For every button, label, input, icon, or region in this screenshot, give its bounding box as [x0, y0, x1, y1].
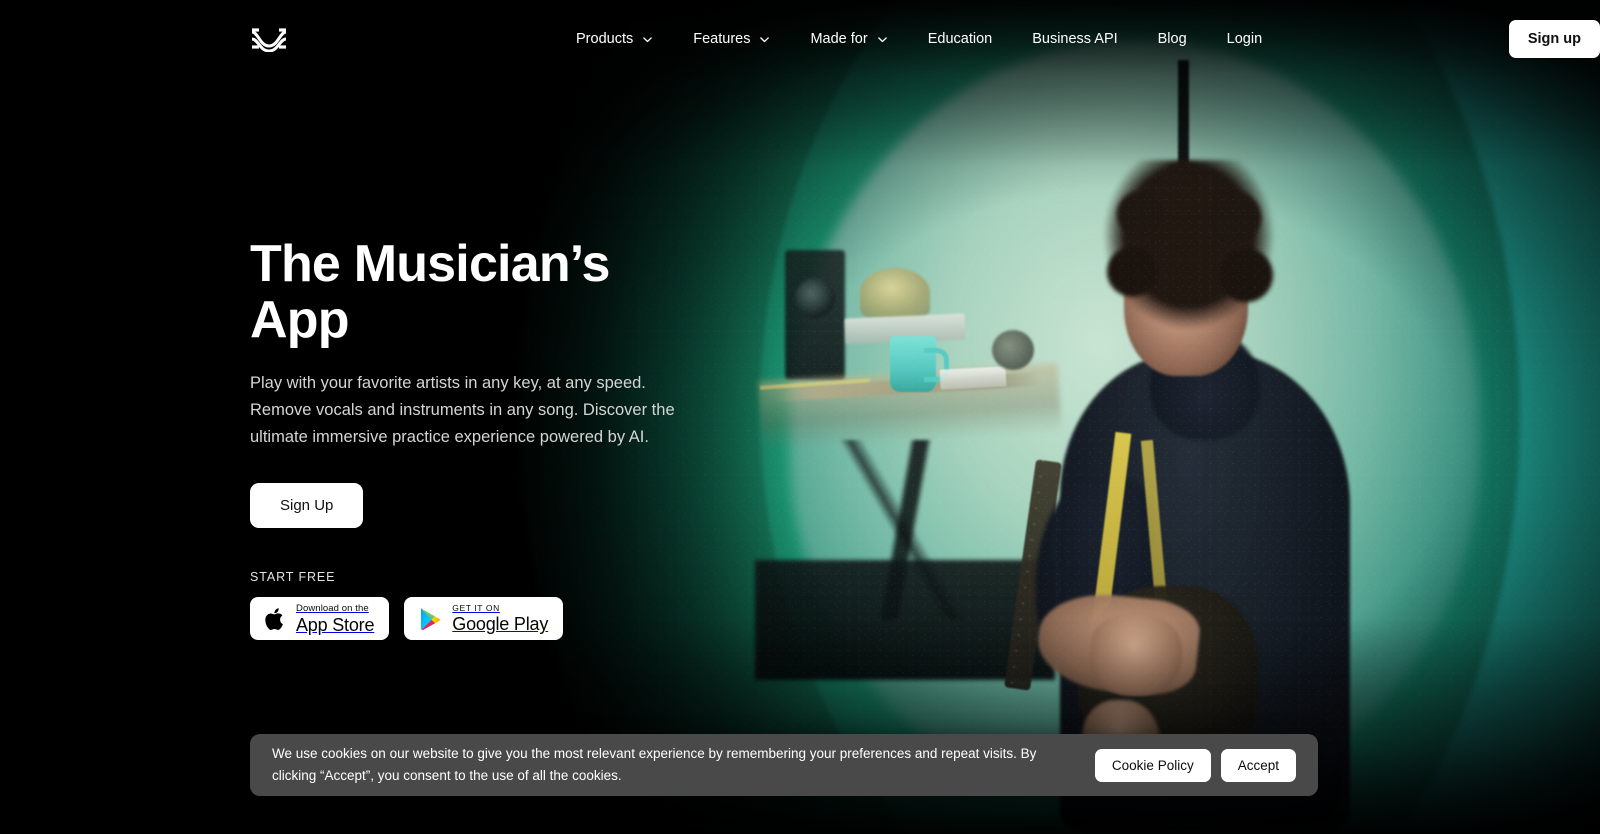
- store-badges-group: Download on the App Store GET IT ON Goog…: [250, 597, 720, 641]
- cookie-banner-actions: Cookie Policy Accept: [1094, 748, 1296, 782]
- app-store-big-label: App Store: [296, 614, 375, 635]
- apple-logo-icon: [265, 608, 283, 630]
- musician-hand: [1090, 614, 1182, 696]
- moises-wave-logo-icon: [251, 28, 287, 52]
- page-root: Products Features Made for Education Bus…: [0, 0, 1600, 834]
- main-navigation-bar: Products Features Made for Education Bus…: [0, 0, 1600, 78]
- nav-item-label: Login: [1226, 30, 1263, 47]
- cookie-accept-button[interactable]: Accept: [1220, 748, 1296, 782]
- nav-item-made-for[interactable]: Made for: [810, 22, 887, 57]
- nav-item-label: Education: [927, 30, 993, 47]
- nav-item-label: Made for: [810, 30, 868, 47]
- signup-button-wrapper: Sign up: [1508, 0, 1600, 78]
- hero-description: Play with your favorite artists in any k…: [250, 374, 675, 446]
- cookie-banner-text: We use cookies on our website to give yo…: [272, 746, 1037, 783]
- hero-signup-button[interactable]: Sign Up: [250, 483, 364, 529]
- start-free-label: START FREE: [250, 570, 336, 585]
- hero-content: The Musician’s App Play with your favori…: [250, 235, 720, 641]
- chevron-down-icon: [643, 36, 653, 42]
- chevron-down-icon: [877, 36, 887, 42]
- hero-title: The Musician’s App: [250, 235, 610, 350]
- nav-item-blog[interactable]: Blog: [1158, 22, 1187, 57]
- nav-item-label: Blog: [1157, 30, 1187, 47]
- google-play-labels: GET IT ON Google Play: [452, 604, 548, 633]
- app-store-labels: Download on the App Store: [296, 604, 374, 634]
- google-play-small-label: GET IT ON: [452, 603, 500, 614]
- hero-background-image: [0, 0, 1600, 834]
- nav-item-label: Products: [576, 30, 634, 47]
- nav-item-products[interactable]: Products: [576, 22, 653, 57]
- cookie-consent-banner: We use cookies on our website to give yo…: [250, 734, 1318, 796]
- desk-lamp: [860, 268, 930, 318]
- chevron-down-icon: [760, 36, 770, 42]
- app-store-small-label: Download on the: [296, 602, 369, 614]
- nav-item-login[interactable]: Login: [1227, 22, 1262, 57]
- signup-button[interactable]: Sign up: [1508, 20, 1600, 58]
- brand-logo[interactable]: [250, 26, 288, 52]
- nav-item-education[interactable]: Education: [928, 22, 993, 57]
- ukulele-body: [992, 330, 1034, 370]
- nav-item-business-api[interactable]: Business API: [1032, 22, 1117, 57]
- musician-hair: [1094, 160, 1284, 340]
- google-play-big-label: Google Play: [452, 614, 549, 635]
- google-play-icon: [421, 608, 441, 631]
- nav-item-features[interactable]: Features: [693, 22, 770, 57]
- google-play-badge[interactable]: GET IT ON Google Play: [404, 597, 564, 641]
- studio-monitor-speaker: [785, 250, 845, 380]
- app-store-badge[interactable]: Download on the App Store: [250, 597, 390, 641]
- coffee-mug: [890, 336, 949, 392]
- cookie-policy-button[interactable]: Cookie Policy: [1094, 748, 1211, 782]
- white-book: [939, 366, 1007, 390]
- nav-item-label: Business API: [1032, 30, 1118, 47]
- nav-item-label: Features: [693, 30, 751, 47]
- nav-links-group: Products Features Made for Education Bus…: [576, 0, 1302, 78]
